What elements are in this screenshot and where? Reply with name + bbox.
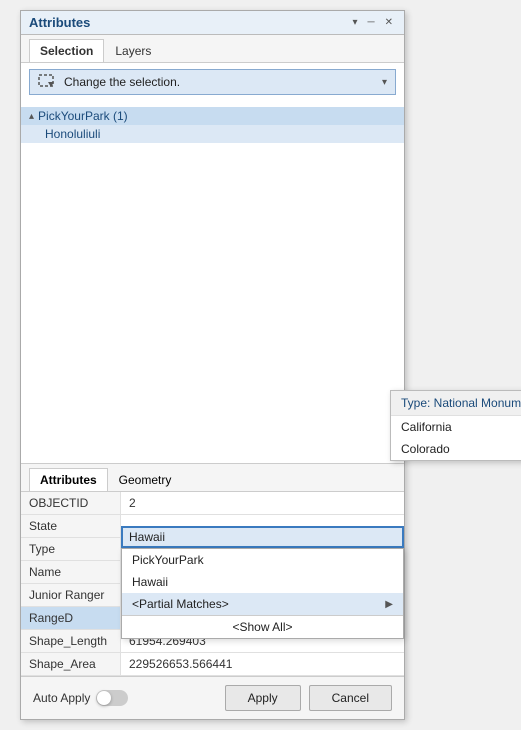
field-value-state: PickYourPark Hawaii <Partial Matches> ▶ …	[121, 526, 404, 527]
field-label-shape-area: Shape_Area	[21, 653, 121, 676]
footer-row: Auto Apply Apply Cancel	[21, 676, 404, 719]
panel-controls: ▾ ─ ✕	[349, 16, 396, 29]
field-label-shape-length: Shape_Length	[21, 630, 121, 653]
tab-selection[interactable]: Selection	[29, 39, 104, 62]
apply-button[interactable]: Apply	[225, 685, 301, 711]
tab-layers[interactable]: Layers	[104, 39, 162, 62]
field-label-ranged: RangeD	[21, 607, 121, 630]
field-value-shape-area: 229526653.566441	[121, 653, 404, 676]
minimize-button[interactable]: ─	[365, 16, 378, 29]
tree-group-header[interactable]: ▴ PickYourPark (1)	[21, 107, 404, 125]
field-label-name: Name	[21, 561, 121, 584]
dropdown-item-hawaii[interactable]: Hawaii	[122, 571, 403, 593]
bottom-section: Attributes Geometry OBJECTID 2 State Pic…	[21, 464, 404, 719]
field-label-type: Type	[21, 538, 121, 561]
field-label-objectid: OBJECTID	[21, 492, 121, 515]
selection-dropdown-button[interactable]: Change the selection. ▾	[29, 69, 396, 95]
tab-geometry[interactable]: Geometry	[108, 468, 183, 491]
auto-apply-toggle[interactable]	[96, 690, 128, 706]
tree-group: ▴ PickYourPark (1) Honoluliuli	[21, 105, 404, 145]
panel-title: Attributes	[29, 15, 90, 30]
attributes-panel: Attributes ▾ ─ ✕ Selection Layers Change…	[20, 10, 405, 720]
pin-button[interactable]: ▾	[349, 16, 360, 29]
bottom-tab-bar: Attributes Geometry	[21, 464, 404, 492]
selection-icon	[38, 74, 58, 90]
tree-area: ▴ PickYourPark (1) Honoluliuli	[21, 101, 404, 464]
top-tab-bar: Selection Layers	[21, 35, 404, 63]
state-dropdown-list: PickYourPark Hawaii <Partial Matches> ▶ …	[121, 548, 404, 639]
field-label-state: State	[21, 515, 121, 538]
footer-buttons: Apply Cancel	[225, 685, 392, 711]
submenu-header: Type: National Monument	[391, 391, 521, 416]
cancel-button[interactable]: Cancel	[309, 685, 392, 711]
dropdown-item-pickyourpark[interactable]: PickYourPark	[122, 549, 403, 571]
close-button[interactable]: ✕	[382, 16, 396, 29]
dropdown-item-show-all[interactable]: <Show All>	[122, 615, 403, 638]
field-label-junior-ranger: Junior Ranger	[21, 584, 121, 607]
dropdown-btn-left: Change the selection.	[38, 74, 180, 90]
tree-toggle-icon: ▴	[29, 111, 34, 122]
tree-item[interactable]: Honoluliuli	[21, 125, 404, 143]
toolbar-row: Change the selection. ▾	[21, 63, 404, 101]
selection-dropdown-label: Change the selection.	[64, 75, 180, 89]
panel-header: Attributes ▾ ─ ✕	[21, 11, 404, 35]
auto-apply-label: Auto Apply	[33, 691, 90, 705]
submenu-popup: Type: National Monument California Color…	[390, 390, 521, 461]
dropdown-chevron-icon: ▾	[382, 77, 387, 88]
tab-attributes[interactable]: Attributes	[29, 468, 108, 491]
tree-group-label: PickYourPark (1)	[38, 109, 128, 123]
field-value-objectid: 2	[121, 492, 404, 515]
submenu-item-california[interactable]: California	[391, 416, 521, 438]
toggle-knob	[97, 691, 111, 705]
state-input[interactable]	[121, 526, 404, 548]
partial-matches-label: <Partial Matches>	[132, 597, 229, 611]
submenu-item-colorado[interactable]: Colorado	[391, 438, 521, 460]
state-dropdown-container: PickYourPark Hawaii <Partial Matches> ▶ …	[121, 526, 404, 548]
auto-apply-container: Auto Apply	[33, 690, 128, 706]
partial-matches-chevron-icon: ▶	[385, 599, 393, 610]
dropdown-item-partial-matches[interactable]: <Partial Matches> ▶	[122, 593, 403, 615]
attributes-grid: OBJECTID 2 State PickYourPark Hawaii <Pa…	[21, 492, 404, 676]
